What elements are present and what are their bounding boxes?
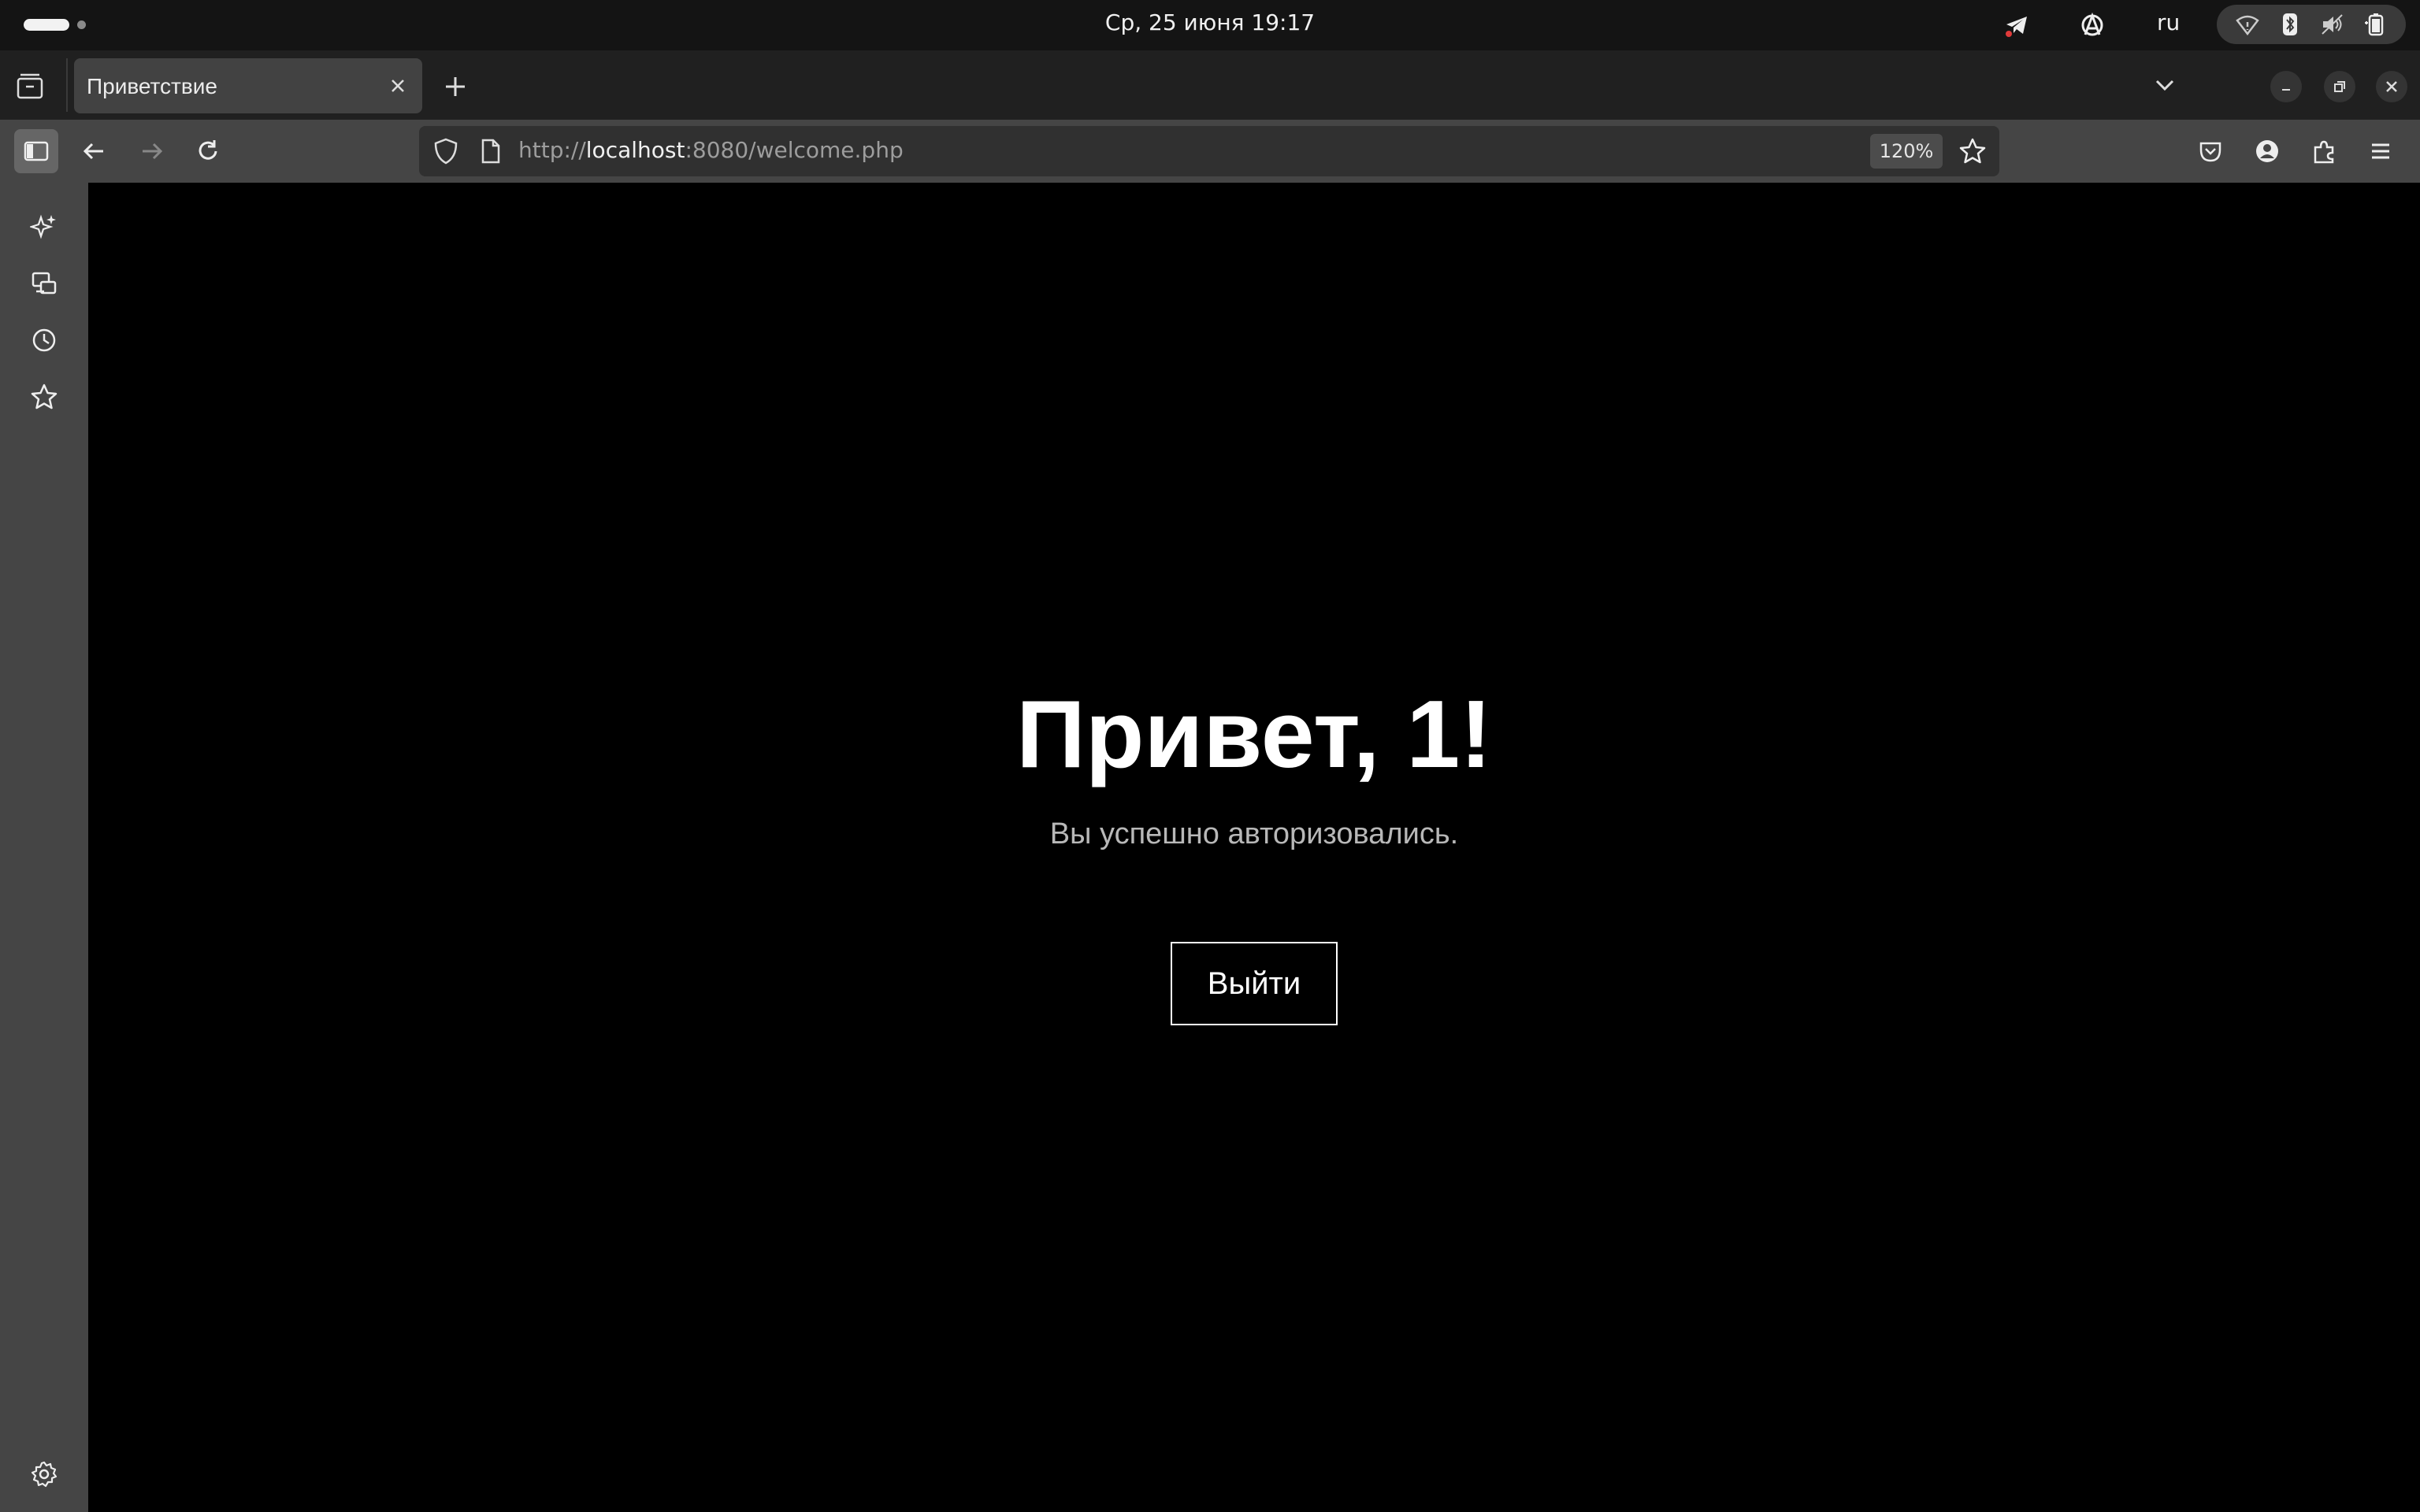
tab-welcome[interactable]: Приветствие [74, 58, 422, 113]
anarchy-icon[interactable] [2078, 11, 2106, 39]
shield-icon[interactable] [432, 137, 460, 165]
keyboard-layout-indicator[interactable]: ru [2157, 9, 2180, 35]
page-title: Привет, 1! [1016, 680, 1492, 788]
system-top-bar: Ср, 25 июня 19:17 ru [0, 0, 2420, 50]
reload-button[interactable] [186, 129, 230, 173]
page-content: Привет, 1! Вы успешно авторизовались. Вы… [88, 183, 2420, 1512]
minimize-button[interactable] [2270, 71, 2302, 102]
quick-settings[interactable] [2217, 5, 2406, 44]
url-host: localhost [585, 137, 685, 163]
chevron-down-icon[interactable] [2149, 69, 2181, 101]
bluetooth-icon [2278, 13, 2302, 36]
page-info-icon[interactable] [476, 137, 504, 165]
telegram-icon[interactable] [2002, 11, 2031, 39]
forward-button[interactable] [129, 129, 173, 173]
url-text[interactable]: http://localhost:8080/welcome.php [518, 137, 904, 163]
navigation-toolbar: http://localhost:8080/welcome.php 120% [0, 120, 2420, 183]
zoom-level-badge[interactable]: 120% [1870, 134, 1943, 169]
sidebar-settings-icon[interactable] [24, 1454, 65, 1495]
auth-success-message: Вы успешно авторизовались. [1049, 817, 1459, 850]
close-icon[interactable] [388, 76, 408, 96]
browser-sidebar [0, 183, 88, 1512]
tab-title: Приветствие [87, 74, 217, 98]
clock[interactable]: Ср, 25 июня 19:17 [1024, 9, 1396, 35]
history-icon[interactable] [24, 320, 65, 361]
wifi-icon [2236, 13, 2259, 36]
tab-groups-icon[interactable] [14, 71, 46, 102]
new-tab-button[interactable] [441, 72, 470, 101]
url-scheme: http:// [518, 137, 586, 163]
account-icon[interactable] [2245, 129, 2289, 173]
bookmark-star-icon[interactable] [1958, 137, 1987, 165]
ai-chatbot-icon[interactable] [24, 206, 65, 247]
url-path: :8080/welcome.php [685, 137, 904, 163]
browser-tab-bar: Приветствие [0, 50, 2420, 120]
logout-button[interactable]: Выйти [1171, 942, 1338, 1025]
tab-bar-divider [66, 58, 68, 112]
sidebar-toggle-button[interactable] [14, 129, 58, 173]
workspace-indicator-dot[interactable] [77, 20, 86, 29]
synced-tabs-icon[interactable] [24, 263, 65, 304]
back-button[interactable] [72, 129, 117, 173]
menu-icon[interactable] [2359, 129, 2403, 173]
battery-icon [2363, 13, 2387, 36]
restore-button[interactable] [2324, 71, 2355, 102]
address-bar[interactable]: http://localhost:8080/welcome.php 120% [419, 126, 1999, 176]
workspace-indicator-active[interactable] [24, 19, 69, 31]
volume-muted-icon [2321, 13, 2344, 36]
extensions-icon[interactable] [2302, 129, 2346, 173]
pocket-icon[interactable] [2188, 129, 2233, 173]
close-window-button[interactable] [2376, 71, 2407, 102]
bookmarks-icon[interactable] [24, 376, 65, 417]
